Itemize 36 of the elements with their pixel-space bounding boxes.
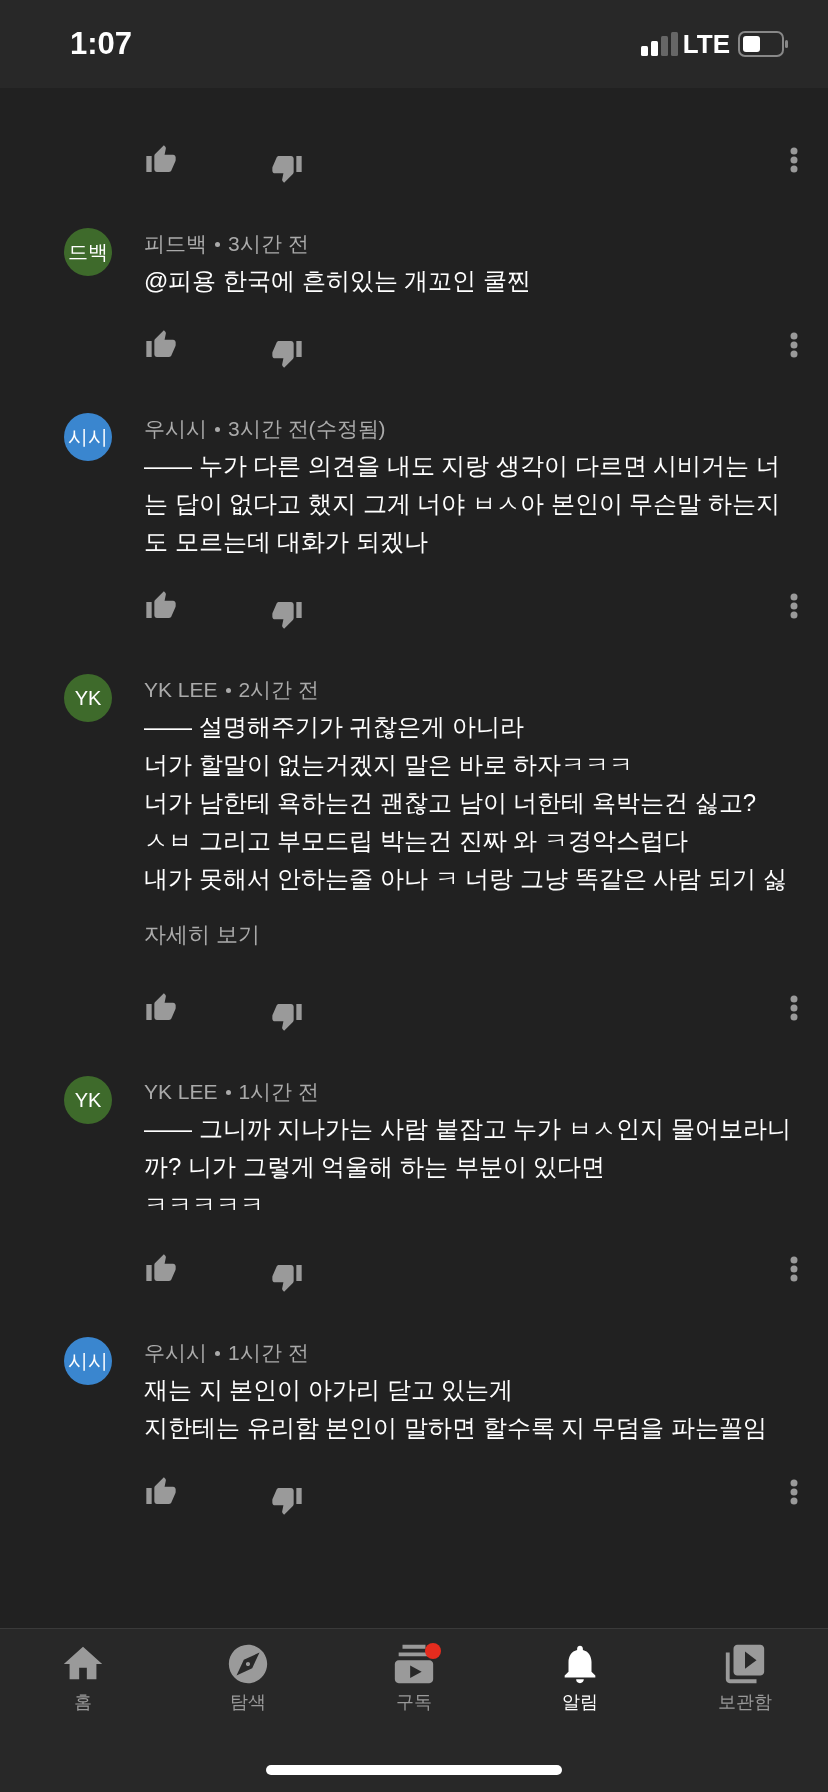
nav-tab[interactable]: 보관함 — [662, 1641, 828, 1716]
nav-tab[interactable]: 알림 — [496, 1641, 663, 1716]
avatar[interactable]: 시시 — [64, 1337, 112, 1385]
author-name[interactable]: YK LEE — [144, 1076, 218, 1108]
more-icon — [790, 1256, 798, 1282]
more-icon — [790, 1479, 798, 1505]
comment-text: —— 그니까 지나가는 사람 붙잡고 누가 ㅂㅅ인지 물어보라니까? 니가 그렇게 억울해 하는 부분이 있다면 ㅋㅋㅋㅋㅋ — [144, 1114, 792, 1220]
nav-tab[interactable]: 홈 — [0, 1641, 166, 1716]
comment-text: —— 설명해주기가 귀찮은게 아니라 너가 할말이 없는거겠지 말은 바로 하자ㅋㅋㅋ 너가 남한테 욕하는건 괜찮고 남이 너한테 욕박는건 싫고? ㅅㅂ 그리고 부모드립 박는건 진짜 와 ㅋ경악스럽다 내가 못해서 안하는줄 아나 ㅋ 너랑 그냥 똑같은 사람 되기 싫 — [144, 712, 788, 894]
nav-tab[interactable]: 구독 — [331, 1641, 497, 1716]
author-name[interactable]: 우시시 — [144, 413, 207, 445]
author-name[interactable]: 우시시 — [144, 1337, 207, 1369]
signal-icon — [640, 32, 679, 56]
more-icon — [790, 332, 798, 358]
read-more-link[interactable]: 자세히 보기 — [144, 916, 828, 954]
comment-time: 1시간 전 — [228, 1340, 309, 1367]
battery-icon — [738, 31, 788, 57]
clock-time: 1:07 — [70, 24, 133, 63]
comment-text: —— 누가 다른 의견을 내도 지랑 생각이 다르면 시비거는 너는 답이 없다고 했지 그게 너야 ㅂㅅ아 본인이 무슨말 하는지도 모르는데 대화가 되겠나 — [144, 451, 781, 557]
more-icon — [790, 995, 798, 1021]
comment-text: @피용 한국에 흔히있는 개꼬인 쿨찐 — [144, 266, 533, 296]
comment-text: 재는 지 본인이 아가리 닫고 있는게 지한테는 유리함 본인이 말하면 할수록 지 무덤을 파는꼴임 — [144, 1375, 768, 1443]
network-label: LTE — [682, 27, 730, 61]
comment-time: 1시간 전 — [238, 1079, 320, 1106]
more-icon — [790, 593, 798, 619]
comment-time: 3시간 전 — [228, 231, 309, 258]
nav-tab[interactable]: 탐색 — [165, 1641, 332, 1716]
comment-time: 3시간 전(수정됨) — [228, 416, 386, 443]
avatar[interactable]: YK — [64, 674, 112, 722]
avatar[interactable]: 시시 — [64, 413, 112, 461]
author-name[interactable]: 피드백 — [144, 228, 207, 260]
comment-time: 2시간 전 — [238, 677, 320, 704]
avatar[interactable]: 드백 — [64, 228, 112, 276]
author-name[interactable]: YK LEE — [144, 674, 218, 706]
avatar[interactable]: YK — [64, 1076, 112, 1124]
more-icon — [790, 147, 798, 173]
